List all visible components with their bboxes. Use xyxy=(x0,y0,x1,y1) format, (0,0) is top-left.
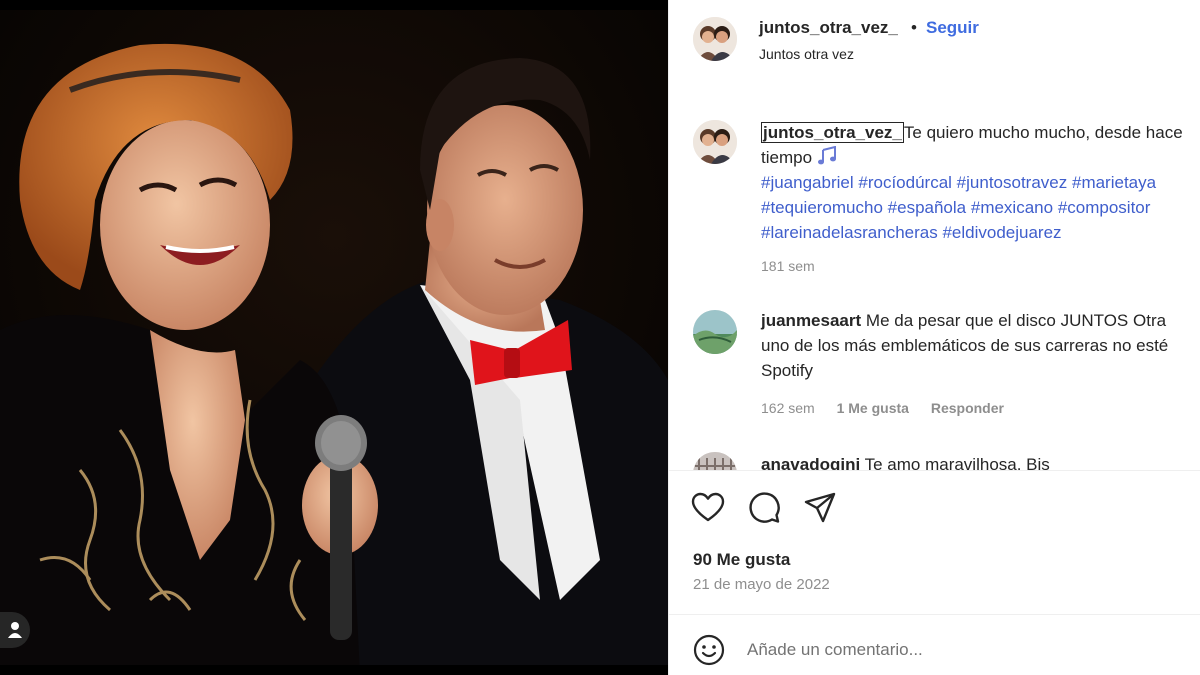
follow-button[interactable]: Seguir xyxy=(926,18,979,38)
hashtag-link[interactable]: #eldivodejuarez xyxy=(942,223,1061,242)
comment-username[interactable]: anavadogini xyxy=(761,455,860,470)
reply-button[interactable]: Responder xyxy=(931,400,1004,416)
action-bar xyxy=(669,470,1200,550)
hashtag-link[interactable]: #juntosotravez xyxy=(957,173,1068,192)
avatar-image xyxy=(693,17,737,61)
post-image xyxy=(0,0,668,675)
post-photo[interactable] xyxy=(0,0,668,675)
heart-icon[interactable] xyxy=(691,491,725,525)
caption-meta: 181 sem xyxy=(761,258,833,274)
avatar-image xyxy=(693,310,737,354)
comment-username[interactable]: juanmesaart xyxy=(761,311,861,330)
avatar[interactable] xyxy=(693,452,737,470)
smiley-icon[interactable] xyxy=(693,634,725,666)
caption-text-line2: tiempo xyxy=(761,148,813,167)
caption-text: juntos_otra_vez_ Te quiero mucho mucho, d… xyxy=(761,120,1200,245)
comment-meta: 162 sem 1 Me gusta Responder xyxy=(761,400,1022,416)
caption-text-line1: Te quiero mucho mucho, desde hace xyxy=(903,123,1183,142)
send-icon[interactable] xyxy=(803,491,837,525)
avatar-image xyxy=(693,120,737,164)
hashtag-link[interactable]: #española xyxy=(888,198,966,217)
comment-icon[interactable] xyxy=(747,491,781,525)
comment-text-line3: Spotify xyxy=(761,361,813,380)
music-notes-icon xyxy=(817,145,836,165)
hashtag-link[interactable]: #mexicano xyxy=(971,198,1053,217)
post-details-panel: juntos_otra_vez_ • Seguir Juntos otra ve… xyxy=(668,0,1200,675)
post-header: juntos_otra_vez_ • Seguir Juntos otra ve… xyxy=(669,0,1200,84)
add-comment-bar xyxy=(669,614,1200,675)
comment-text-line2: uno de los más emblemáticos de sus carre… xyxy=(761,336,1169,355)
user-icon xyxy=(8,622,22,638)
separator-dot: • xyxy=(911,18,917,37)
likes-count[interactable]: 90 Me gusta xyxy=(693,550,790,570)
comment-likes[interactable]: 1 Me gusta xyxy=(837,400,909,416)
post-subtitle: Juntos otra vez xyxy=(759,46,854,62)
avatar[interactable] xyxy=(693,17,737,61)
comment-text-line1: Me da pesar que el disco JUNTOS Otra xyxy=(865,311,1167,330)
avatar[interactable] xyxy=(693,310,737,354)
hashtag-link[interactable]: #marietaya xyxy=(1072,173,1156,192)
caption-username[interactable]: juntos_otra_vez_ xyxy=(761,122,904,143)
avatar[interactable] xyxy=(693,120,737,164)
caption-time[interactable]: 181 sem xyxy=(761,258,815,274)
hashtag-link[interactable]: #rocíodúrcal xyxy=(858,173,952,192)
hashtag-link[interactable]: #lareinadelasrancheras xyxy=(761,223,938,242)
comment-text-line1: Te amo maravilhosa. Bis xyxy=(864,455,1050,470)
post-username[interactable]: juntos_otra_vez_ xyxy=(759,18,898,38)
post-date: 21 de mayo de 2022 xyxy=(693,576,830,593)
comment-text: juanmesaart Me da pesar que el disco JUN… xyxy=(761,308,1200,383)
hashtag-link[interactable]: #tequieromucho xyxy=(761,198,883,217)
comment-input[interactable] xyxy=(747,635,1167,665)
hashtag-link[interactable]: #juangabriel xyxy=(761,173,854,192)
comments-list[interactable]: juntos_otra_vez_ Te quiero mucho mucho, d… xyxy=(669,84,1200,470)
hashtag-link[interactable]: #compositor xyxy=(1058,198,1151,217)
avatar-image xyxy=(693,452,737,470)
comment-time[interactable]: 162 sem xyxy=(761,400,815,416)
comment-text: anavadogini Te amo maravilhosa. Bis xyxy=(761,452,1200,470)
